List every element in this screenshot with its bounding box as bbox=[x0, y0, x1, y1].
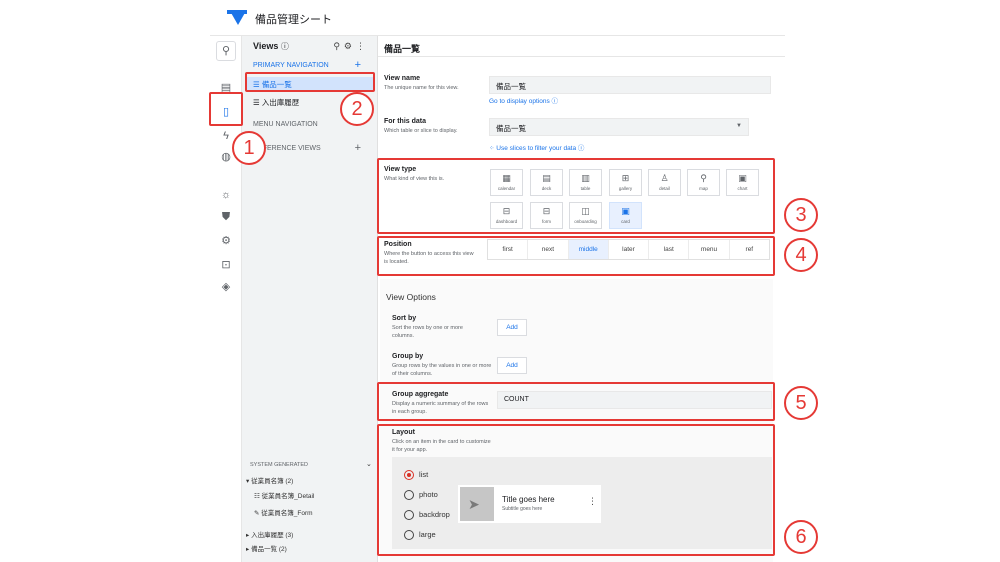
page-title: 備品一覧 bbox=[384, 44, 421, 54]
display-options-link[interactable]: Go to display options ⓘ bbox=[489, 95, 558, 105]
system-view-item[interactable]: ☷ 従業員名簿_Detail bbox=[254, 490, 314, 500]
highlight-box-3 bbox=[377, 158, 775, 234]
callout-number: 3 bbox=[784, 198, 818, 232]
primary-navigation-label: PRIMARY NAVIGATION bbox=[253, 62, 329, 69]
callout-number: 1 bbox=[232, 131, 266, 165]
monitor-icon[interactable]: ⊡ bbox=[218, 257, 234, 273]
view-options-title: View Options bbox=[386, 292, 436, 302]
system-generated-label: SYSTEM GENERATED bbox=[250, 462, 308, 468]
sort-by-label: Sort by bbox=[392, 315, 417, 322]
sort-add-button[interactable]: Add bbox=[497, 319, 527, 336]
add-primary-view-button[interactable]: + bbox=[355, 59, 361, 71]
callout-number: 2 bbox=[340, 92, 374, 126]
view-item[interactable]: ☰ 入出庫履歴 bbox=[253, 97, 299, 108]
system-view-item[interactable]: ✎ 従業員名簿_Form bbox=[254, 507, 313, 517]
system-group[interactable]: ▸ 入出庫履歴 (3) bbox=[246, 529, 293, 539]
app-title: 備品管理シート bbox=[255, 14, 332, 26]
app-logo-triangle bbox=[230, 11, 246, 25]
system-group[interactable]: ▸ 備品一覧 (2) bbox=[246, 543, 287, 553]
view-name-desc: The unique name for this view. bbox=[384, 85, 459, 91]
callout-number: 4 bbox=[784, 238, 818, 272]
highlight-box-1 bbox=[209, 92, 243, 126]
callout-number: 6 bbox=[784, 520, 818, 554]
actions-icon[interactable]: ϟ bbox=[218, 128, 234, 144]
view-name-label: View name bbox=[384, 75, 421, 82]
callout-number: 5 bbox=[784, 386, 818, 420]
divider bbox=[378, 56, 785, 57]
info-icon: ⓘ bbox=[280, 42, 289, 51]
sort-by-desc: Sort the rows by one or more columns. bbox=[392, 325, 463, 339]
more-icon[interactable]: ⋮ bbox=[356, 41, 369, 51]
table-select[interactable]: 備品一覧 ▼ bbox=[489, 118, 749, 136]
highlight-box-6 bbox=[377, 424, 775, 556]
group-by-desc: Group rows by the values in one or more … bbox=[392, 363, 492, 377]
intelligence-icon[interactable]: ☼ bbox=[218, 187, 234, 203]
group-add-button[interactable]: Add bbox=[497, 357, 527, 374]
search-icon[interactable]: ⚲ bbox=[333, 41, 344, 51]
views-toolbar: ⚲⚙⋮ bbox=[333, 41, 369, 52]
group-by-label: Group by bbox=[392, 353, 424, 360]
add-reference-view-button[interactable]: + bbox=[355, 142, 361, 154]
top-bar: 備品管理シート bbox=[210, 0, 785, 36]
highlight-box-4 bbox=[377, 236, 775, 276]
learn-icon[interactable]: ◈ bbox=[218, 279, 234, 295]
views-header: Views ⓘ bbox=[253, 41, 289, 51]
menu-navigation-label: MENU NAVIGATION bbox=[253, 121, 318, 128]
slices-link[interactable]: ⁘ Use slices to filter your data ⓘ bbox=[489, 142, 584, 152]
view-name-input[interactable]: 備品一覧 bbox=[489, 76, 771, 94]
gear-icon[interactable]: ⚙ bbox=[344, 41, 356, 51]
system-group[interactable]: ▾ 従業員名簿 (2) bbox=[246, 475, 293, 485]
highlight-box-2 bbox=[245, 72, 375, 92]
chevron-down-icon[interactable]: ⌄ bbox=[366, 460, 372, 468]
security-icon[interactable]: ⛊ bbox=[218, 209, 234, 225]
automation-icon[interactable]: ⚲ bbox=[216, 41, 236, 61]
list-icon: ☰ bbox=[253, 98, 262, 107]
highlight-box-5 bbox=[377, 382, 775, 421]
settings-icon[interactable]: ⚙ bbox=[218, 233, 234, 249]
for-this-data-label: For this data bbox=[384, 118, 427, 125]
dropdown-caret-icon: ▼ bbox=[736, 123, 742, 129]
for-this-data-desc: Which table or slice to display. bbox=[384, 128, 458, 134]
